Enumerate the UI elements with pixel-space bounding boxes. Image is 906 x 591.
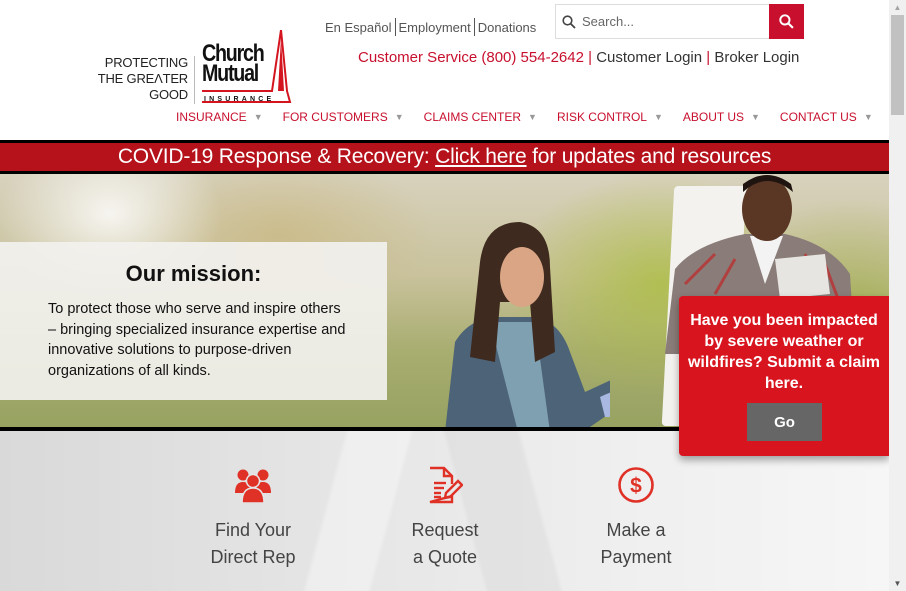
search-input[interactable] (582, 5, 769, 38)
logo-tagline: PROTECTING THE GREΛTER GOOD (96, 55, 188, 103)
storm-claim-card: Have you been impacted by severe weather… (679, 296, 889, 456)
link-en-espanol[interactable]: En Español (322, 20, 395, 35)
banner-prefix: COVID-19 Response & Recovery: (117, 145, 436, 168)
covid-banner: COVID-19 Response & Recovery: Click here… (0, 140, 889, 174)
nav-insurance[interactable]: INSURANCE ▼ (176, 110, 263, 124)
nav-label: FOR CUSTOMERS (282, 110, 388, 124)
covid-click-here-link[interactable]: Click here (435, 145, 527, 168)
scroll-down-arrow-icon[interactable]: ▼ (889, 576, 906, 591)
tagline-line: THE GREΛTER (97, 71, 188, 86)
label-line: a Quote (412, 547, 478, 567)
caret-down-icon: ▼ (528, 112, 537, 122)
nav-risk-control[interactable]: RISK CONTROL ▼ (557, 110, 663, 124)
svg-text:$: $ (630, 475, 642, 498)
document-edit-icon (429, 466, 463, 504)
quick-link-find-rep[interactable]: Find Your Direct Rep (193, 464, 313, 571)
site-header: PROTECTING THE GREΛTER GOOD Church Mutua… (0, 0, 889, 140)
search-icon (779, 14, 794, 29)
link-employment[interactable]: Employment (396, 20, 474, 35)
quick-link-label: Make a Payment (576, 517, 696, 571)
caret-down-icon: ▼ (253, 112, 263, 122)
nav-label: CLAIMS CENTER (423, 110, 522, 124)
scroll-up-arrow-icon[interactable]: ▲ (889, 0, 906, 15)
nav-for-customers[interactable]: FOR CUSTOMERS ▼ (283, 110, 404, 124)
church-mutual-logo[interactable]: PROTECTING THE GREΛTER GOOD Church Mutua… (94, 30, 294, 110)
claim-go-button[interactable]: Go (747, 403, 822, 441)
search-icon (556, 5, 582, 38)
label-line: Make a (606, 520, 666, 540)
separator: | (588, 49, 593, 66)
page: PROTECTING THE GREΛTER GOOD Church Mutua… (0, 0, 889, 591)
search-box (555, 4, 804, 39)
nav-contact-us[interactable]: CONTACT US ▼ (780, 110, 873, 124)
banner-suffix: for updates and resources (526, 145, 772, 168)
caret-down-icon: ▼ (653, 112, 663, 122)
users-icon (235, 469, 271, 503)
label-line: Payment (600, 547, 672, 567)
caret-down-icon: ▼ (394, 112, 404, 122)
link-donations[interactable]: Donations (475, 20, 540, 35)
mission-panel: Our mission: To protect those who serve … (0, 242, 387, 400)
label-line: Find Your (214, 520, 292, 540)
nav-claims-center[interactable]: CLAIMS CENTER ▼ (424, 110, 537, 124)
logo-subtitle: INSURANCE (204, 96, 275, 103)
customer-login-link[interactable]: Customer Login (596, 49, 702, 66)
quick-link-label: Request a Quote (385, 517, 505, 571)
nav-label: ABOUT US (682, 110, 744, 124)
nav-about-us[interactable]: ABOUT US ▼ (683, 110, 760, 124)
customer-service-phone[interactable]: Customer Service (800) 554-2642 (358, 49, 584, 66)
mission-text: To protect those who serve and inspire o… (48, 301, 346, 379)
search-button[interactable] (769, 4, 804, 39)
nav-label: INSURANCE (176, 110, 247, 124)
claim-card-text: Have you been impacted by severe weather… (687, 312, 881, 392)
vertical-scrollbar[interactable]: ▲ ▼ (889, 0, 906, 591)
broker-login-link[interactable]: Broker Login (714, 49, 799, 66)
caret-down-icon: ▼ (863, 112, 873, 122)
tagline-line: GOOD (149, 87, 188, 102)
nav-label: CONTACT US (779, 110, 857, 124)
nav-label: RISK CONTROL (556, 110, 647, 124)
label-line: Direct Rep (210, 547, 296, 567)
separator: | (706, 49, 711, 66)
hero-woman-image (445, 222, 610, 427)
caret-down-icon: ▼ (751, 112, 760, 122)
tagline-line: PROTECTING (104, 55, 188, 70)
dollar-circle-icon: $ (618, 467, 654, 503)
quick-link-make-payment[interactable]: $ Make a Payment (576, 464, 696, 571)
label-line: Request (411, 520, 479, 540)
mission-title: Our mission: (125, 261, 262, 286)
quick-link-label: Find Your Direct Rep (193, 517, 313, 571)
contact-line: Customer Service (800) 554-2642 | Custom… (358, 49, 799, 66)
utility-links: En Español Employment Donations (322, 18, 539, 36)
scrollbar-thumb[interactable] (891, 15, 904, 115)
quick-link-request-quote[interactable]: Request a Quote (385, 464, 505, 571)
main-nav: INSURANCE ▼ FOR CUSTOMERS ▼ CLAIMS CENTER ▼… (176, 110, 889, 124)
